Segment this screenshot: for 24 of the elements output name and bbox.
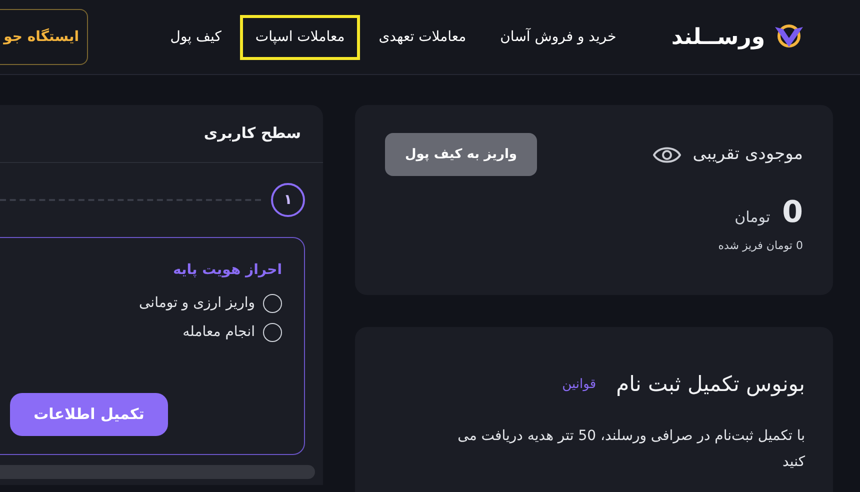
radio-button[interactable] bbox=[263, 294, 282, 313]
eye-icon[interactable] bbox=[652, 144, 681, 164]
nav-link[interactable]: کیف پول bbox=[155, 14, 236, 60]
task-label: انجام معامله bbox=[182, 323, 255, 342]
deposit-button[interactable]: واریز به کیف پول bbox=[385, 133, 537, 176]
task-title: احراز هویت پایه bbox=[172, 261, 282, 280]
radio-button[interactable] bbox=[263, 323, 282, 342]
panel-title: سطح کاربری bbox=[204, 123, 301, 144]
bonus-title: بونوس تکمیل ثبت نام bbox=[616, 371, 805, 398]
balance-title: موجودی تقریبی bbox=[692, 142, 803, 166]
bonus-description: با تکمیل ثبت‌نام در صرافی ورسلند، 50 تتر هدیه دریافت می کنید bbox=[456, 426, 805, 472]
nav-link[interactable]: معاملات اسپات bbox=[240, 14, 360, 60]
brand-name: ورســلند bbox=[671, 24, 765, 52]
nav-link[interactable]: خرید و فروش آسان bbox=[485, 14, 632, 60]
task-label: واریز ارزی و تومانی bbox=[139, 294, 255, 313]
scrollbar[interactable] bbox=[0, 465, 315, 479]
nav-link[interactable]: معاملات تعهدی bbox=[364, 14, 482, 60]
frozen-amount: 0 تومان فریز شده bbox=[717, 238, 803, 254]
rewards-button[interactable]: ایستگاه جو bbox=[0, 9, 88, 65]
balance-amount: 0 bbox=[782, 198, 803, 228]
step-number: ۱ bbox=[271, 183, 305, 217]
currency-label: تومان bbox=[734, 206, 770, 228]
complete-info-button[interactable]: تکمیل اطلاعات bbox=[10, 393, 168, 436]
rules-link[interactable]: قوانین bbox=[562, 375, 596, 394]
